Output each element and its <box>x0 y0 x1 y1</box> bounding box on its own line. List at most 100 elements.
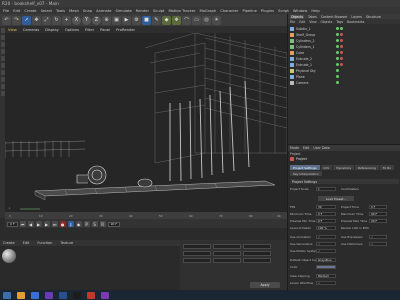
menu-select[interactable]: Select <box>41 9 52 13</box>
object-row[interactable]: Subdiv_1 <box>290 26 400 32</box>
viewport-menu-panel[interactable]: Panel <box>100 28 110 32</box>
material-tag-icon[interactable] <box>340 45 343 49</box>
object-row[interactable]: Camera <box>290 80 400 86</box>
menu-file[interactable]: File <box>3 9 9 13</box>
viewport-menu-cameras[interactable]: Cameras <box>23 28 39 32</box>
tab-structure[interactable]: Structure <box>366 15 381 19</box>
lock-workplane-icon[interactable] <box>0 91 5 96</box>
attr-checkbox[interactable]: ✓ <box>316 241 336 246</box>
material-menu-function[interactable]: Function <box>37 241 52 245</box>
subtab-key-interpolation[interactable]: Key Interpolation <box>290 171 322 176</box>
subtab-info[interactable]: Info <box>320 165 333 170</box>
scale-key-icon[interactable]: S <box>91 221 98 227</box>
viewport-menu-options[interactable]: Options <box>65 28 79 32</box>
material-tag-icon[interactable] <box>340 39 343 43</box>
attr-value[interactable]: 30 <box>316 204 336 209</box>
menu-mograph[interactable]: MoGraph <box>199 9 216 13</box>
app-icon[interactable] <box>45 291 53 299</box>
menu-plugins[interactable]: Plugins <box>261 9 274 13</box>
object-row[interactable]: Cube <box>290 50 400 56</box>
attr-value[interactable]: 90 F <box>369 218 387 223</box>
color-swatch[interactable] <box>316 264 336 269</box>
attr-tab-mode[interactable]: Mode <box>290 146 299 150</box>
viewport-menu-view[interactable]: View <box>8 28 17 32</box>
visibility-dot-icon[interactable] <box>336 39 339 43</box>
attr-value[interactable]: 100 % <box>316 225 336 230</box>
obj-menu-bookmarks[interactable]: Bookmarks <box>347 20 364 24</box>
browser-icon[interactable] <box>31 291 39 299</box>
visibility-dot-icon[interactable] <box>336 75 339 79</box>
texture-mode-icon[interactable] <box>0 42 5 47</box>
attr-value[interactable]: 0 F <box>316 218 336 223</box>
menu-mesh[interactable]: Mesh <box>69 9 79 13</box>
previous-key-icon[interactable]: ◀ <box>27 221 34 227</box>
size-y-field[interactable] <box>213 251 241 256</box>
photoshop-icon[interactable] <box>101 291 109 299</box>
y-axis-icon[interactable]: Y <box>82 15 91 25</box>
keyframe-selection-icon[interactable]: ◆ <box>75 221 82 227</box>
rotation-b-field[interactable] <box>243 258 271 263</box>
cube-icon[interactable]: ■ <box>142 15 151 25</box>
coordinate-system-icon[interactable]: ⊕ <box>102 15 111 25</box>
menu-create[interactable]: Create <box>24 9 36 13</box>
x-axis-icon[interactable]: X <box>72 15 81 25</box>
material-menu-texture[interactable]: Texture <box>60 241 73 245</box>
material-menu-edit[interactable]: Edit <box>23 241 30 245</box>
attr-value[interactable]: 0 F <box>369 204 387 209</box>
tab-objects[interactable]: Objects <box>290 14 305 19</box>
attr-tab-edit[interactable]: Edit <box>303 146 309 150</box>
visibility-dot-icon[interactable] <box>336 57 339 61</box>
visibility-dot-icon[interactable] <box>336 81 339 85</box>
live-selection-icon[interactable]: ➚ <box>22 15 31 25</box>
attr-tab-user-data[interactable]: User Data <box>313 146 329 150</box>
scale-icon[interactable]: ⤢ <box>42 15 51 25</box>
workplane-icon[interactable] <box>0 84 5 89</box>
attr-value[interactable]: 0 F <box>316 211 336 216</box>
object-row[interactable]: Physical Sky <box>290 68 400 74</box>
record-icon[interactable]: ● <box>59 221 66 227</box>
obj-menu-objects[interactable]: Objects <box>321 20 333 24</box>
subtab-to-do[interactable]: To Do <box>379 165 395 170</box>
menu-pipeline[interactable]: Pipeline <box>242 9 256 13</box>
visibility-dot-icon[interactable] <box>336 63 339 67</box>
subdivision-icon[interactable]: ◆ <box>162 15 171 25</box>
menu-render[interactable]: Render <box>136 9 149 13</box>
axis-mode-icon[interactable] <box>0 70 5 75</box>
position-y-field[interactable] <box>183 251 211 256</box>
material-tag-icon[interactable] <box>340 63 343 67</box>
attr-dropdown[interactable]: Gray-Blue <box>316 257 336 262</box>
object-row[interactable]: Plane <box>290 74 400 80</box>
attr-value[interactable]: 1 <box>316 186 336 191</box>
current-frame-field[interactable]: 0 F <box>7 221 18 227</box>
menu-help[interactable]: Help <box>311 9 319 13</box>
3d-viewport[interactable]: ⊥ <box>5 33 287 212</box>
attr-checkbox[interactable]: ✓ <box>316 234 336 239</box>
attr-value[interactable]: 90 F <box>369 211 387 216</box>
menu-simulate[interactable]: Simulate <box>116 9 132 13</box>
cinema4d-icon[interactable] <box>59 291 67 299</box>
menu-tools[interactable]: Tools <box>56 9 65 13</box>
media-icon[interactable] <box>87 291 95 299</box>
menu-script[interactable]: Script <box>278 9 289 13</box>
material-tag-icon[interactable] <box>340 51 343 55</box>
object-row[interactable]: Cylinders_1 <box>290 44 400 50</box>
pen-icon[interactable]: ✎ <box>152 15 161 25</box>
explorer-icon[interactable] <box>17 291 25 299</box>
timeline-ruler[interactable]: 0 10 20 30 40 50 60 70 80 90 <box>5 212 287 219</box>
polygons-mode-icon[interactable] <box>0 63 5 68</box>
size-x-field[interactable] <box>213 244 241 249</box>
tab-layers[interactable]: Layers <box>351 15 362 19</box>
attr-checkbox[interactable]: ✓ <box>369 234 387 239</box>
terminal-icon[interactable] <box>73 291 81 299</box>
go-to-start-icon[interactable]: ⏮ <box>19 221 26 227</box>
viewport-menu-filter[interactable]: Filter <box>85 28 94 32</box>
camera-icon[interactable]: ◎ <box>202 15 211 25</box>
end-frame-field[interactable]: 90 F <box>107 221 121 227</box>
apply-button[interactable]: Apply <box>250 282 280 288</box>
subtab-project-settings[interactable]: Project Settings <box>290 165 320 170</box>
start-icon[interactable] <box>3 291 11 299</box>
viewport-menu-display[interactable]: Display <box>45 28 59 32</box>
visibility-dot-icon[interactable] <box>336 69 339 73</box>
visibility-dot-icon[interactable] <box>336 27 339 31</box>
visibility-dot-icon[interactable] <box>336 45 339 49</box>
